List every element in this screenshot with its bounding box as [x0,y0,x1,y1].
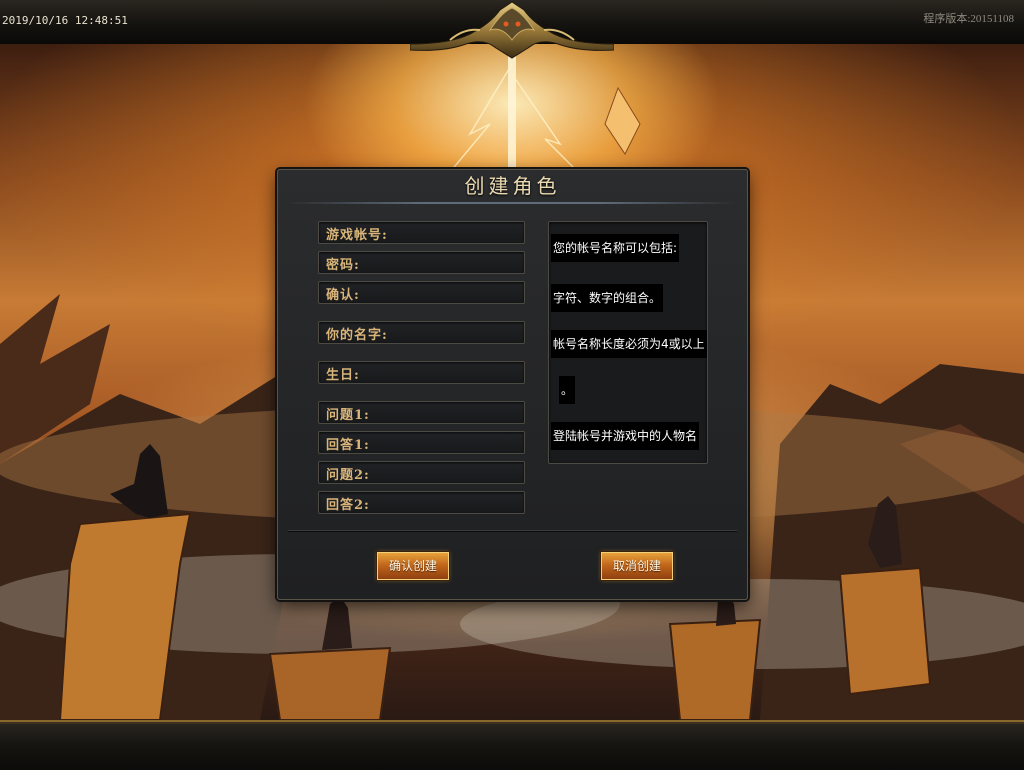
confirm-password-field[interactable]: 确认: [318,281,525,304]
info-line: 您的帐号名称可以包括: [551,234,680,262]
birthday-input[interactable] [399,363,523,382]
answer1-field[interactable]: 回答1: [318,431,525,454]
password-label: 密码: [326,258,360,273]
confirm-password-input[interactable] [399,283,523,302]
name-field[interactable]: 你的名字: [318,321,525,344]
answer2-field[interactable]: 回答2: [318,491,525,514]
answer1-label: 回答1: [326,438,370,453]
info-line: 字符、数字的组合。 [551,284,664,312]
info-line: 。 [559,376,576,404]
info-line: 帐号名称长度必须为4或以上 [551,330,707,358]
confirm-password-label: 确认: [326,288,360,303]
password-field[interactable]: 密码: [318,251,525,274]
answer1-input[interactable] [399,433,523,452]
dialog-title: 创建角色 [464,174,561,198]
dragon-crest-icon [410,1,614,59]
title-divider [286,202,737,204]
info-line: 登陆帐号并游戏中的人物名 [551,422,700,450]
answer2-label: 回答2: [326,498,370,513]
question2-label: 问题2: [326,468,370,483]
name-label: 你的名字: [326,328,388,343]
version-label: 程序版本:20151108 [923,13,1014,25]
question2-input[interactable] [399,463,523,482]
question1-input[interactable] [399,403,523,422]
bottom-bar [0,720,1024,770]
answer2-input[interactable] [399,493,523,512]
info-panel: 您的帐号名称可以包括: 字符、数字的组合。 帐号名称长度必须为4或以上 。 登陆… [548,221,708,464]
dialog-divider [288,530,737,531]
password-input[interactable] [399,253,523,272]
confirm-create-button[interactable]: 确认创建 [376,551,450,581]
create-character-dialog: 创建角色 游戏帐号: 密码: 确认: 你的名字: 生日: 问题1: 回答1: 问… [277,169,748,600]
name-input[interactable] [399,323,523,342]
account-label: 游戏帐号: [326,228,388,243]
account-field[interactable]: 游戏帐号: [318,221,525,244]
birthday-label: 生日: [326,368,360,383]
account-input[interactable] [399,223,523,242]
cancel-create-button[interactable]: 取消创建 [600,551,674,581]
datetime-display: 2019/10/16 12:48:51 [2,14,128,27]
birthday-field[interactable]: 生日: [318,361,525,384]
question1-field[interactable]: 问题1: [318,401,525,424]
question2-field[interactable]: 问题2: [318,461,525,484]
question1-label: 问题1: [326,408,370,423]
